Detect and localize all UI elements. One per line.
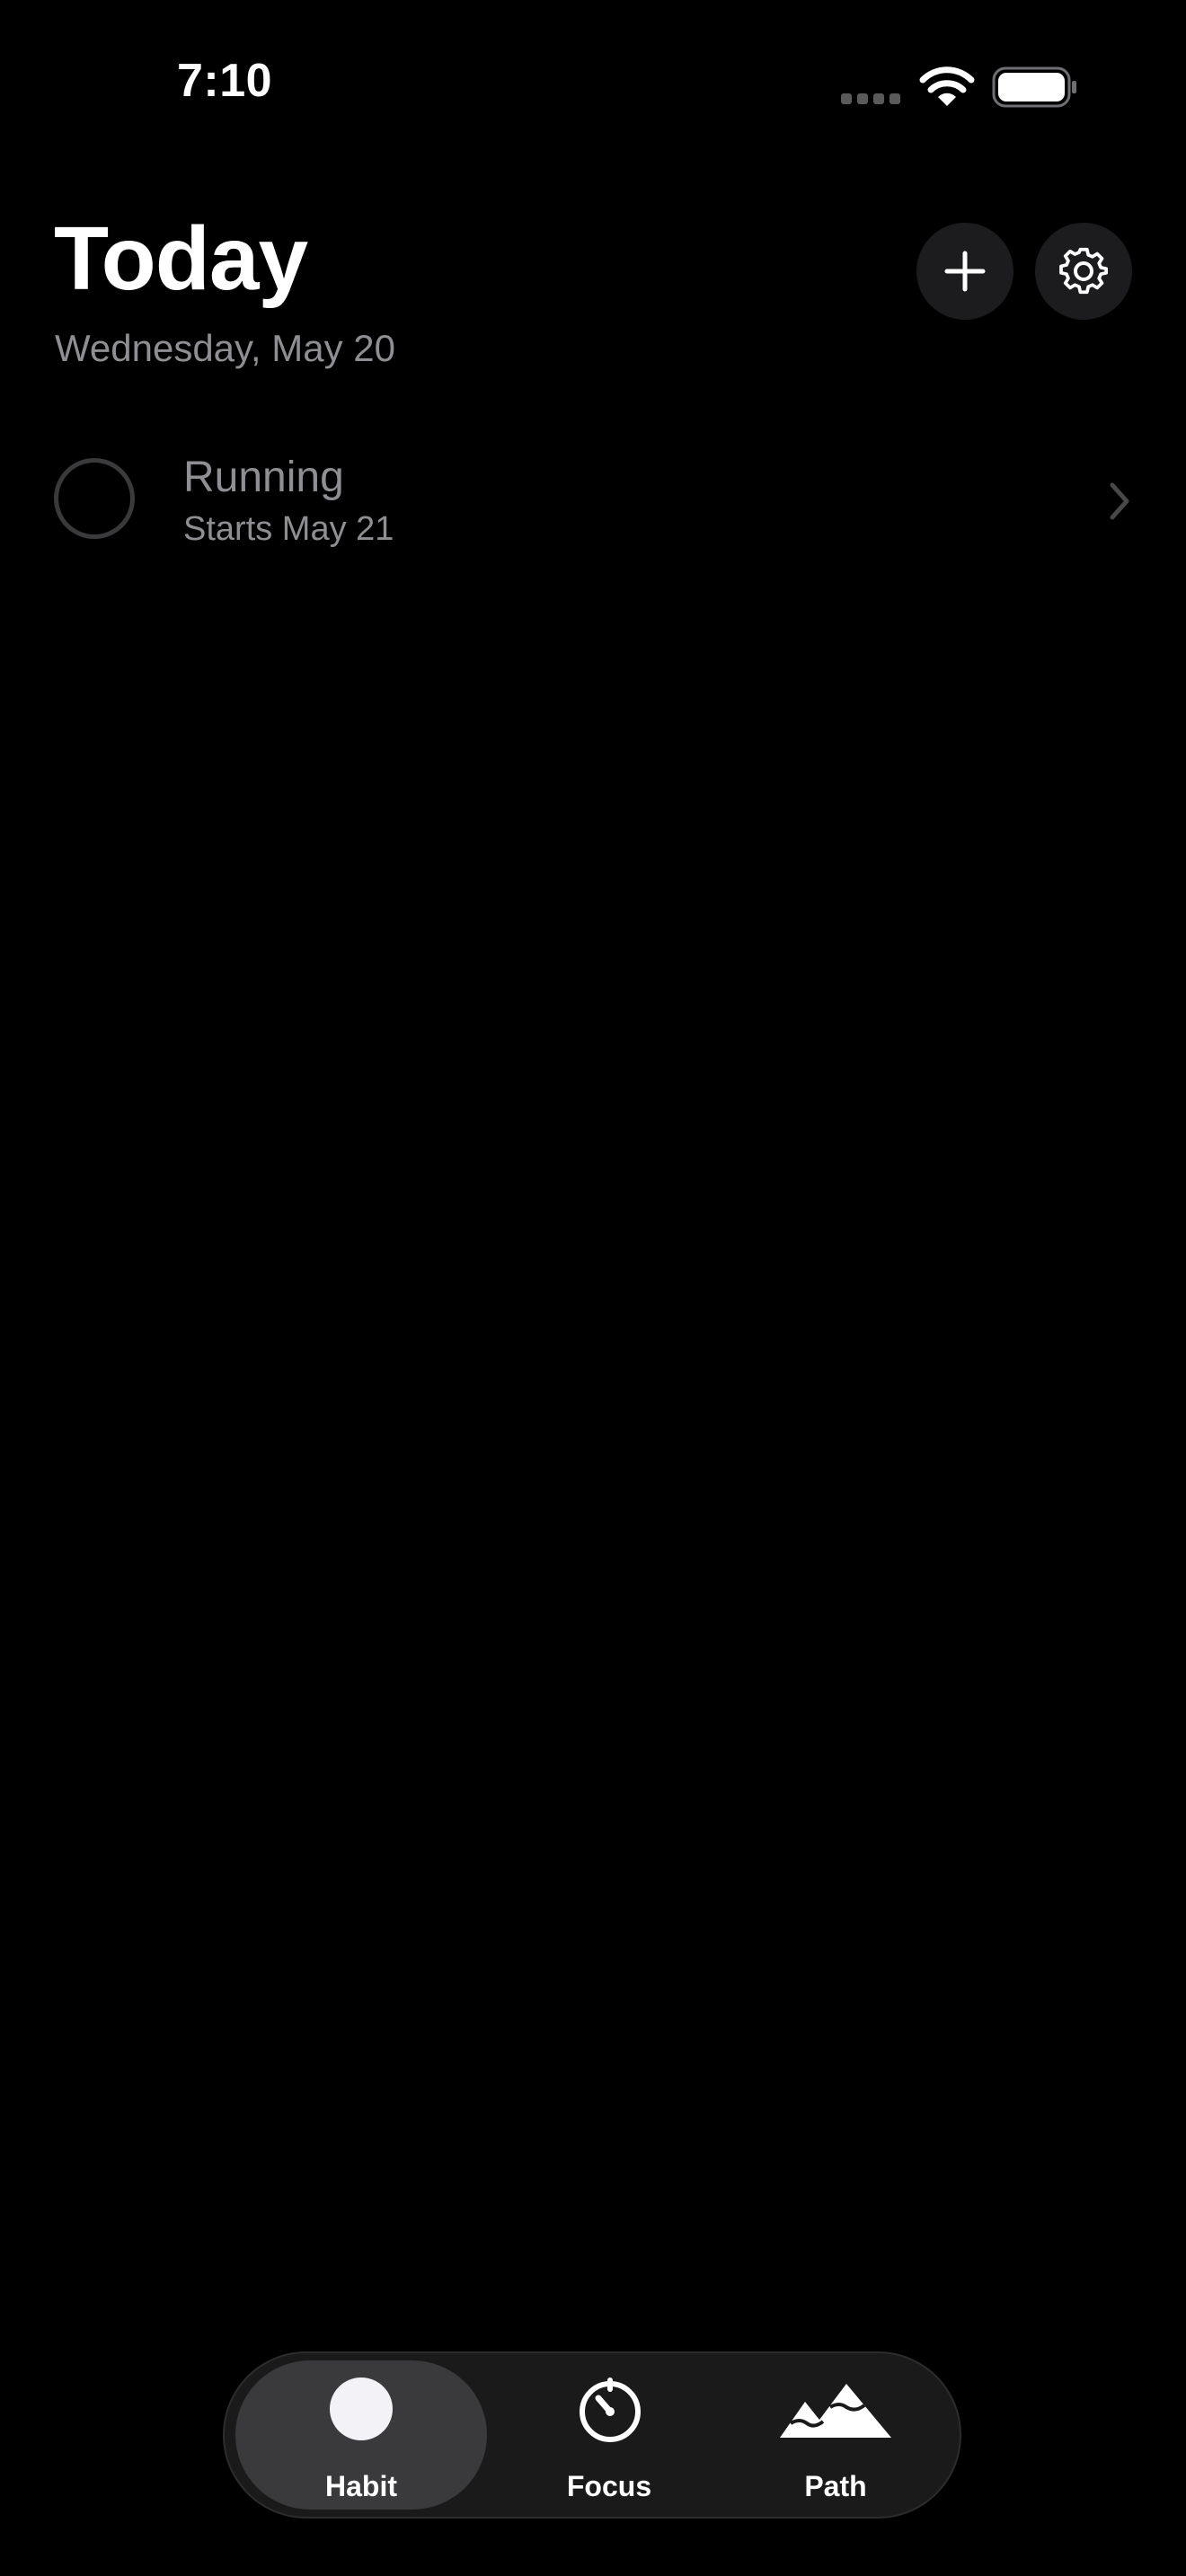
page-title: Today (54, 208, 308, 309)
tab-bar: Habit Focus Path (223, 2351, 961, 2519)
tab-habit[interactable]: Habit (235, 2360, 487, 2510)
gear-icon (1059, 247, 1108, 295)
cellular-signal-icon (841, 93, 900, 106)
settings-button[interactable] (1035, 223, 1132, 320)
habit-start-date: Starts May 21 (183, 510, 394, 548)
page-date: Wednesday, May 20 (55, 327, 395, 369)
habit-name[interactable]: Running (183, 451, 344, 505)
timer-icon (580, 2378, 641, 2442)
wifi-icon (918, 65, 976, 110)
add-habit-button[interactable] (916, 223, 1013, 320)
tab-focus[interactable]: Focus (501, 2360, 717, 2510)
battery-icon (992, 66, 1078, 108)
status-time: 7:10 (176, 55, 273, 107)
tab-path[interactable]: Path (728, 2360, 943, 2510)
tab-habit-label: Habit (325, 2470, 397, 2502)
chevron-right-icon[interactable] (1103, 480, 1136, 523)
tab-focus-label: Focus (566, 2470, 652, 2502)
tab-path-label: Path (804, 2470, 867, 2502)
plus-icon (944, 251, 986, 292)
habit-complete-toggle[interactable] (54, 458, 135, 539)
mountain-icon (780, 2384, 891, 2438)
circle-icon (330, 2378, 393, 2440)
